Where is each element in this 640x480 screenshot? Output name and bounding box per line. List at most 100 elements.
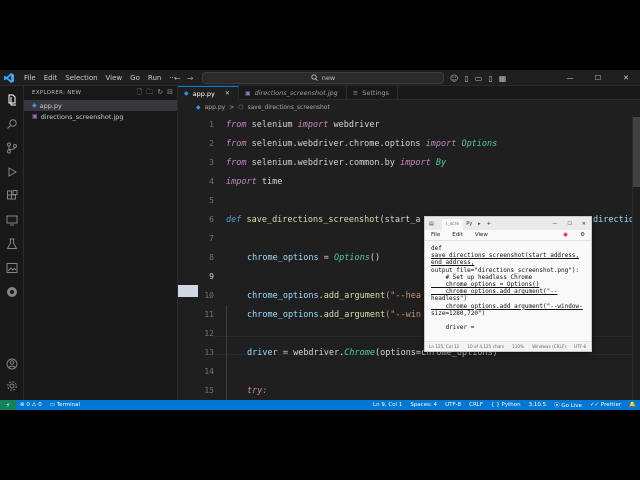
notepad-tab-overflow-icon[interactable]: ▸ — [475, 221, 484, 227]
code-text: import time — [226, 176, 283, 187]
status-encoding[interactable]: UTF-8 — [441, 402, 465, 408]
notepad-menu-edit[interactable]: Edit — [446, 232, 469, 238]
line-number: 12 — [204, 329, 214, 338]
live-share-icon[interactable] — [4, 284, 20, 300]
notepad-tab[interactable]: r_scre — [441, 219, 464, 230]
line-number: 5 — [209, 196, 214, 205]
notepad-line: headless") — [431, 295, 468, 303]
account-icon[interactable] — [4, 356, 20, 372]
nav-arrows: ← → — [174, 70, 193, 86]
menu-run[interactable]: Run — [144, 70, 165, 86]
notepad-tab-label: r_scre — [445, 222, 460, 227]
maximize-icon[interactable]: ☐ — [584, 74, 612, 82]
breadcrumb-separator: > — [229, 103, 235, 111]
remote-explorer-icon[interactable] — [4, 212, 20, 228]
notepad-tab-2[interactable]: Py — [463, 221, 475, 227]
layout-sidebar-icon[interactable]: ▯ — [464, 74, 468, 83]
line-number: 10 — [204, 291, 214, 300]
tab-label: app.py — [192, 89, 215, 98]
notepad-close-icon[interactable]: ✕ — [577, 221, 591, 227]
notepad-text-area[interactable]: def save_directions_screenshot(start_addr… — [425, 241, 591, 335]
file-item-app-py[interactable]: ◆ app.py — [24, 100, 177, 111]
copilot-icon[interactable]: ☺ — [450, 74, 458, 83]
status-language[interactable]: { } Python — [487, 402, 525, 408]
new-file-icon[interactable]: 🗋 — [137, 88, 143, 99]
explorer-icon[interactable] — [4, 92, 20, 108]
customize-layout-icon[interactable]: ▦ — [499, 74, 507, 83]
notepad-new-tab-icon[interactable]: + — [484, 221, 494, 227]
activity-bar — [0, 86, 24, 400]
testing-icon[interactable] — [4, 236, 20, 252]
status-position[interactable]: Ln 9, Col 1 — [369, 402, 406, 408]
layout-secondary-icon[interactable]: ▯ — [488, 74, 492, 83]
image-preview-icon[interactable] — [4, 260, 20, 276]
back-arrow-icon[interactable]: ← — [174, 74, 181, 83]
code-text: from selenium import webdriver — [226, 119, 380, 130]
notepad-line: chrome_options.add_argument("-- — [431, 288, 558, 296]
notepad-settings-icon[interactable]: ⚙ — [574, 232, 591, 238]
status-eol[interactable]: CRLF — [465, 402, 487, 408]
line-number: 1 — [209, 120, 214, 129]
notepad-line: def — [431, 245, 442, 252]
code-text: try: — [247, 385, 268, 396]
notepad-menu-file[interactable]: File — [425, 232, 446, 238]
code-text: chrome_options.add_argument("--win — [247, 309, 422, 320]
search-sidebar-icon[interactable] — [4, 116, 20, 132]
notepad-line — [431, 317, 585, 324]
search-text: new — [321, 74, 336, 82]
file-item-directions-screenshot[interactable]: ▣ directions_screenshot.jpg — [24, 111, 177, 122]
notepad-menu-view[interactable]: View — [469, 232, 494, 238]
settings-gear-icon[interactable] — [4, 378, 20, 394]
breadcrumb-symbol[interactable]: save_directions_screenshot — [247, 104, 329, 111]
collapse-all-icon[interactable]: ⊟ — [167, 88, 173, 99]
status-prettier[interactable]: ✓✓ Prettier — [586, 402, 625, 408]
menu-selection[interactable]: Selection — [61, 70, 101, 86]
layout-controls: ☺ ▯ ▭ ▯ ▦ — [450, 70, 506, 86]
notepad-line: chrome_options.add_argument("--window- — [431, 302, 583, 310]
copilot-icon[interactable]: ◉ — [557, 232, 574, 238]
tab-app-py[interactable]: ◆ app.py ✕ — [178, 86, 239, 100]
tab-label: Settings — [362, 89, 389, 97]
line-number-current: 9 — [209, 272, 214, 281]
run-debug-icon[interactable] — [4, 164, 20, 180]
line-number: 3 — [209, 158, 214, 167]
scrollbar-thumb[interactable] — [633, 117, 640, 187]
close-window-icon[interactable]: ✕ — [612, 74, 640, 82]
line-number: 6 — [209, 215, 214, 224]
menu-edit[interactable]: Edit — [40, 70, 62, 86]
notifications-bell-icon[interactable]: 🔔 — [625, 402, 640, 408]
notepad-maximize-icon[interactable]: ☐ — [562, 221, 576, 227]
status-bar: ⚡ ⊗ 0 ⚠ 0 ▭ Terminal Ln 9, Col 1 Spaces:… — [0, 400, 640, 410]
image-file-icon: ▣ — [32, 113, 38, 120]
layout-panel-icon[interactable]: ▭ — [475, 74, 483, 83]
tab-settings[interactable]: ≡ Settings — [347, 86, 398, 100]
line-number: 8 — [209, 253, 214, 262]
minimize-icon[interactable]: — — [556, 74, 584, 82]
close-tab-icon[interactable]: ✕ — [225, 90, 230, 97]
status-python-version[interactable]: 3.10.5 — [525, 402, 551, 408]
status-golive[interactable]: ⦿ Go Live — [550, 401, 586, 409]
code-line: 15 try: — [178, 381, 640, 400]
extensions-icon[interactable] — [4, 188, 20, 204]
settings-tab-icon: ≡ — [352, 89, 359, 97]
editor-scrollbar[interactable] — [632, 115, 640, 400]
status-spaces[interactable]: Spaces: 4 — [406, 402, 441, 408]
notepad-line: end_address, — [431, 259, 475, 267]
remote-indicator-icon[interactable]: ⚡ — [0, 400, 16, 410]
menu-file[interactable]: File — [20, 70, 40, 86]
python-file-icon: ◆ — [196, 103, 201, 111]
errors-indicator[interactable]: ⊗ 0 ⚠ 0 — [16, 402, 46, 408]
tab-directions-screenshot[interactable]: ▣ directions_screenshot.jpg — [239, 86, 347, 100]
menu-view[interactable]: View — [102, 70, 127, 86]
line-number: 15 — [204, 386, 214, 395]
file-name: directions_screenshot.jpg — [40, 112, 124, 121]
terminal-button[interactable]: ▭ Terminal — [46, 402, 84, 408]
breadcrumb-file[interactable]: app.py — [205, 104, 226, 111]
source-control-icon[interactable] — [4, 140, 20, 156]
menu-go[interactable]: Go — [126, 70, 144, 86]
refresh-icon[interactable]: ↻ — [157, 88, 163, 99]
forward-arrow-icon[interactable]: → — [187, 74, 194, 83]
new-folder-icon[interactable]: 🗀 — [146, 88, 153, 99]
notepad-minimize-icon[interactable]: — — [547, 221, 562, 227]
command-center[interactable]: new — [202, 72, 444, 84]
